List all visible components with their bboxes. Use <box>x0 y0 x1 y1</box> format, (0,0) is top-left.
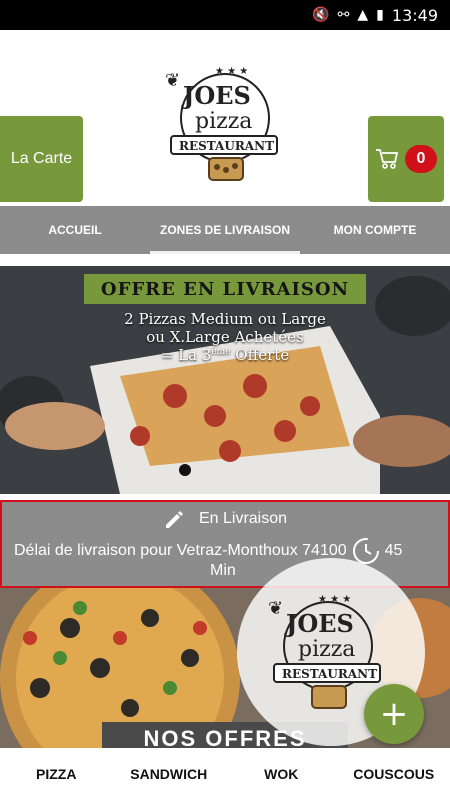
svg-text:pizza: pizza <box>298 637 355 662</box>
tab-accueil[interactable]: ACCUEIL <box>0 206 150 254</box>
svg-text:★ ★ ★: ★ ★ ★ <box>215 66 248 77</box>
category-pizza[interactable]: PIZZA <box>0 766 113 782</box>
status-time: 13:49 <box>391 5 438 25</box>
tab-mon-compte[interactable]: MON COMPTE <box>300 206 450 254</box>
status-bar: 🔇 ⚯ ▲ ▮ 13:49 <box>0 0 450 30</box>
cart-button[interactable]: 0 <box>368 116 444 202</box>
mute-icon: 🔇 <box>312 7 330 23</box>
delivery-mode-row: En Livraison <box>2 508 448 530</box>
logo-line2: pizza <box>195 109 252 134</box>
menu-button[interactable]: La Carte <box>0 116 83 202</box>
logo-line1: JOES <box>181 81 251 110</box>
svg-text:RESTAURANT: RESTAURANT <box>282 667 377 681</box>
signal-icon: ▲ <box>357 7 369 23</box>
top-tabs: ACCUEIL ZONES DE LIVRAISON MON COMPTE <box>0 206 450 254</box>
svg-text:❦: ❦ <box>165 70 180 91</box>
delivery-delay-text: Délai de livraison pour Vetraz-Monthoux … <box>14 542 347 559</box>
svg-text:❦: ❦ <box>268 598 283 619</box>
category-sandwich[interactable]: SANDWICH <box>113 766 226 782</box>
svg-text:JOES: JOES <box>284 609 354 638</box>
tab-zones-de-livraison[interactable]: ZONES DE LIVRAISON <box>150 206 300 254</box>
edit-pencil-icon <box>165 511 183 528</box>
delivery-delay-value: 45 <box>384 542 403 559</box>
bottom-category-nav: PIZZA SANDWICH WOK COUSCOUS <box>0 748 450 800</box>
banner-line3: = La 3ème Offerte <box>160 346 290 364</box>
logo-line3: RESTAURANT <box>179 139 274 153</box>
cart-count-badge: 0 <box>405 145 437 173</box>
svg-text:★ ★ ★: ★ ★ ★ <box>318 594 351 605</box>
banner-title: OFFRE EN LIVRAISON <box>84 274 366 304</box>
banner-line1: 2 Pizzas Medium ou Large <box>124 310 326 328</box>
restaurant-logo: ★ ★ ★ JOES pizza RESTAURANT ❦ <box>165 66 278 181</box>
wifi-icon: ⚯ <box>337 7 350 23</box>
delivery-mode-label: En Livraison <box>198 510 288 527</box>
category-couscous[interactable]: COUSCOUS <box>338 766 450 782</box>
banner-line2: ou X.Large Achetées <box>146 328 304 346</box>
battery-icon: ▮ <box>376 7 384 23</box>
category-wok[interactable]: WOK <box>225 766 338 782</box>
delivery-delay-unit: Min <box>210 562 236 579</box>
cart-icon <box>376 149 399 169</box>
promo-banner[interactable]: OFFRE EN LIVRAISON 2 Pizzas Medium ou La… <box>0 266 450 494</box>
add-fab-button[interactable]: + <box>364 684 424 744</box>
app-header: La Carte ★ ★ ★ JOES pizza RESTAURANT ❦ 0 <box>0 30 450 206</box>
plus-icon: + <box>379 694 409 734</box>
